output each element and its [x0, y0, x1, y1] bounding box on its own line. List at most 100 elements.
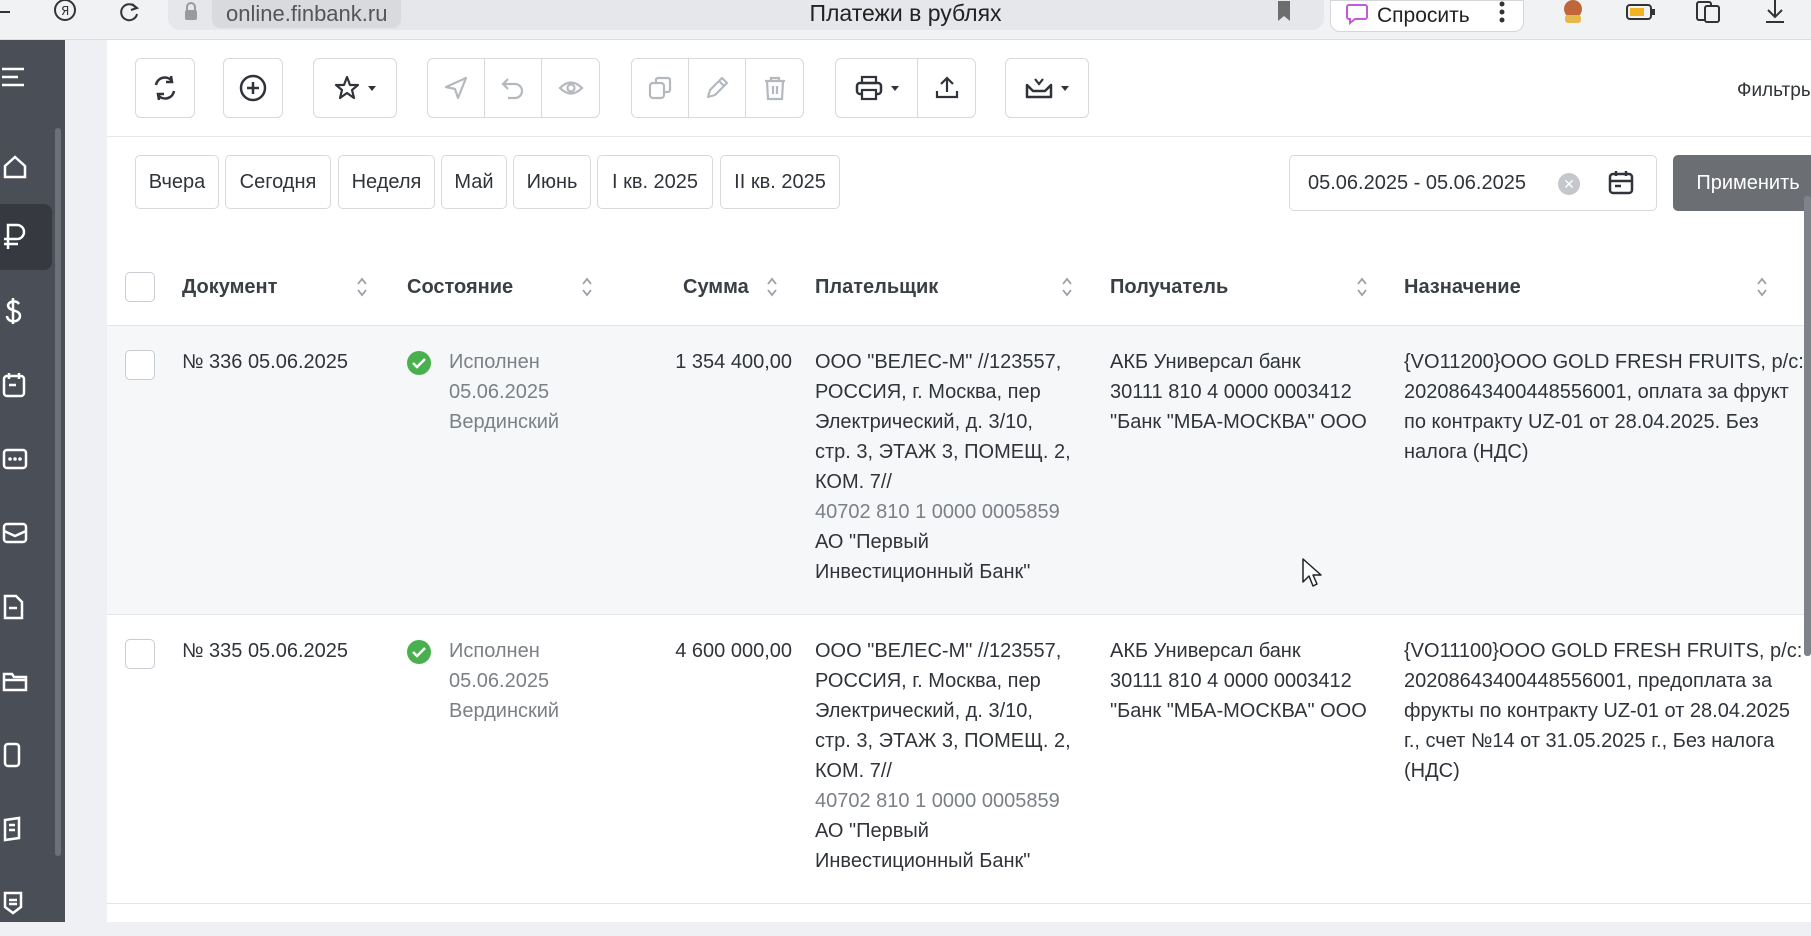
calendar-icon[interactable] — [0, 352, 52, 418]
select-all-checkbox[interactable] — [125, 272, 155, 302]
period-q2-2025[interactable]: II кв. 2025 — [720, 155, 840, 209]
mouse-cursor-icon — [1302, 558, 1322, 587]
favorites-dropdown[interactable] — [313, 58, 397, 118]
header-payer[interactable]: Плательщик — [815, 248, 938, 326]
purpose-cell: {VO11200}ООО GOLD FRESH FRUITS, р/с: 202… — [1404, 347, 1811, 467]
sort-icon[interactable] — [767, 276, 777, 298]
currency-dollar-icon[interactable] — [0, 278, 52, 344]
document-icon[interactable] — [0, 574, 52, 640]
reload-icon[interactable] — [118, 0, 142, 24]
sort-icon[interactable] — [1757, 276, 1767, 298]
chevron-down-icon — [1061, 85, 1069, 91]
create-button[interactable] — [223, 58, 283, 118]
period-today[interactable]: Сегодня — [225, 155, 331, 209]
header-purpose[interactable]: Назначение — [1404, 248, 1521, 326]
refresh-icon — [154, 75, 176, 101]
period-q1-2025[interactable]: I кв. 2025 — [597, 155, 713, 209]
document-number[interactable]: № 336 05.06.2025 — [182, 347, 348, 377]
purpose-line: налога (НДС) — [1404, 441, 1529, 463]
filters-label: Фильтры — [1737, 80, 1811, 101]
recipient-line: 30111 810 4 0000 0003412 — [1110, 670, 1352, 692]
date-range-input[interactable]: 05.06.2025 - 05.06.2025 ✕ — [1289, 155, 1657, 211]
amount-value: 4 600 000,00 — [675, 640, 792, 662]
alice-icon — [1345, 1, 1369, 31]
apply-button[interactable]: Применить — [1673, 155, 1811, 211]
purpose-line: {VO11100}ООО GOLD FRESH FRUITS, р/с: — [1404, 640, 1803, 662]
header-recipient[interactable]: Получатель — [1110, 248, 1228, 326]
ruble-payments-icon[interactable] — [0, 204, 52, 270]
period-may[interactable]: Май — [441, 155, 507, 209]
cards-icon[interactable] — [0, 426, 52, 492]
delete-button[interactable] — [746, 59, 803, 117]
amount-value: 1 354 400,00 — [675, 351, 792, 373]
back-icon[interactable] — [0, 0, 14, 24]
row-checkbox[interactable] — [125, 350, 155, 380]
table-row[interactable]: № 336 05.06.2025 Исполнен 05.06.2025 Вер… — [107, 326, 1811, 615]
bookmark-icon[interactable] — [1276, 0, 1292, 24]
extension-avatar-icon[interactable] — [1558, 0, 1588, 24]
view-button[interactable] — [542, 59, 599, 117]
payer-line: ООО "ВЕЛЕС-М" //123557, — [815, 640, 1062, 662]
edit-actions-group — [631, 58, 804, 118]
sort-icon[interactable] — [582, 276, 592, 298]
calendar-icon[interactable] — [1608, 170, 1634, 196]
export-button[interactable] — [918, 59, 975, 117]
recipient-line: "Банк "МБА-МОСКВА" ООО — [1110, 700, 1367, 722]
recipient-cell: АКБ Универсал банк 30111 810 4 0000 0003… — [1110, 347, 1390, 437]
shield-doc-icon[interactable] — [0, 870, 52, 936]
page-title: Платежи в рублях — [809, 0, 1002, 26]
menu-icon[interactable] — [0, 44, 52, 110]
edit-button[interactable] — [689, 59, 746, 117]
import-dropdown[interactable] — [1005, 58, 1089, 118]
yandex-icon[interactable]: Я — [52, 0, 78, 24]
home-icon[interactable] — [0, 134, 52, 200]
row-checkbox[interactable] — [125, 639, 155, 669]
payer-bank-line: АО "Первый — [815, 820, 929, 842]
clear-date-icon[interactable]: ✕ — [1558, 173, 1580, 195]
page-scrollbar[interactable] — [1804, 196, 1811, 656]
period-june[interactable]: Июнь — [513, 155, 591, 209]
mail-icon[interactable] — [0, 500, 52, 566]
purpose-line: фрукты по контракту UZ-01 от 28.04.2025 — [1404, 700, 1791, 722]
period-week[interactable]: Неделя — [338, 155, 435, 209]
status-success-icon — [407, 640, 431, 664]
date-range-value: 05.06.2025 - 05.06.2025 — [1308, 171, 1526, 194]
refresh-button[interactable] — [135, 58, 195, 118]
period-yesterday[interactable]: Вчера — [135, 155, 219, 209]
print-export-group — [835, 58, 976, 118]
sort-icon[interactable] — [1062, 276, 1072, 298]
payer-line: КОМ. 7// — [815, 760, 892, 782]
header-status[interactable]: Состояние — [407, 248, 513, 326]
status-success-icon — [407, 351, 431, 375]
status-user: Вердинский — [449, 411, 560, 433]
filters-toggle[interactable]: Фильтры — [1737, 80, 1811, 102]
mobile-icon[interactable] — [0, 722, 52, 788]
chevron-down-icon — [890, 85, 899, 91]
battery-icon — [1626, 0, 1656, 24]
header-document[interactable]: Документ — [182, 248, 277, 326]
table-row[interactable]: № 335 05.06.2025 Исполнен 05.06.2025 Вер… — [107, 615, 1811, 904]
sidebar-scrollbar[interactable] — [55, 128, 61, 856]
copy-icon — [648, 76, 672, 100]
main-content: Фильтры Вчера Сегодня Неделя Май Июнь I … — [65, 40, 1811, 922]
status-name: Исполнен — [449, 351, 540, 373]
url-domain[interactable]: online.finbank.ru — [212, 0, 402, 28]
sort-icon[interactable] — [357, 276, 367, 298]
svg-text:Я: Я — [61, 4, 69, 18]
document-number[interactable]: № 335 05.06.2025 — [182, 636, 348, 666]
collections-icon[interactable] — [1694, 0, 1722, 24]
recipient-line: АКБ Универсал банк — [1110, 351, 1301, 373]
purpose-line: 20208643400448556001, оплата за фрукт — [1404, 381, 1789, 403]
sort-icon[interactable] — [1357, 276, 1367, 298]
send-button[interactable] — [428, 59, 485, 117]
download-icon[interactable] — [1762, 0, 1788, 24]
copy-button[interactable] — [632, 59, 689, 117]
book-icon[interactable] — [0, 796, 52, 862]
status-name: Исполнен — [449, 640, 540, 662]
folder-icon[interactable] — [0, 648, 52, 714]
print-dropdown[interactable] — [836, 59, 918, 117]
more-vert-icon[interactable] — [1494, 0, 1510, 24]
purpose-cell: {VO11100}ООО GOLD FRESH FRUITS, р/с: 202… — [1404, 636, 1811, 786]
revoke-button[interactable] — [485, 59, 542, 117]
header-amount[interactable]: Сумма — [683, 248, 749, 326]
